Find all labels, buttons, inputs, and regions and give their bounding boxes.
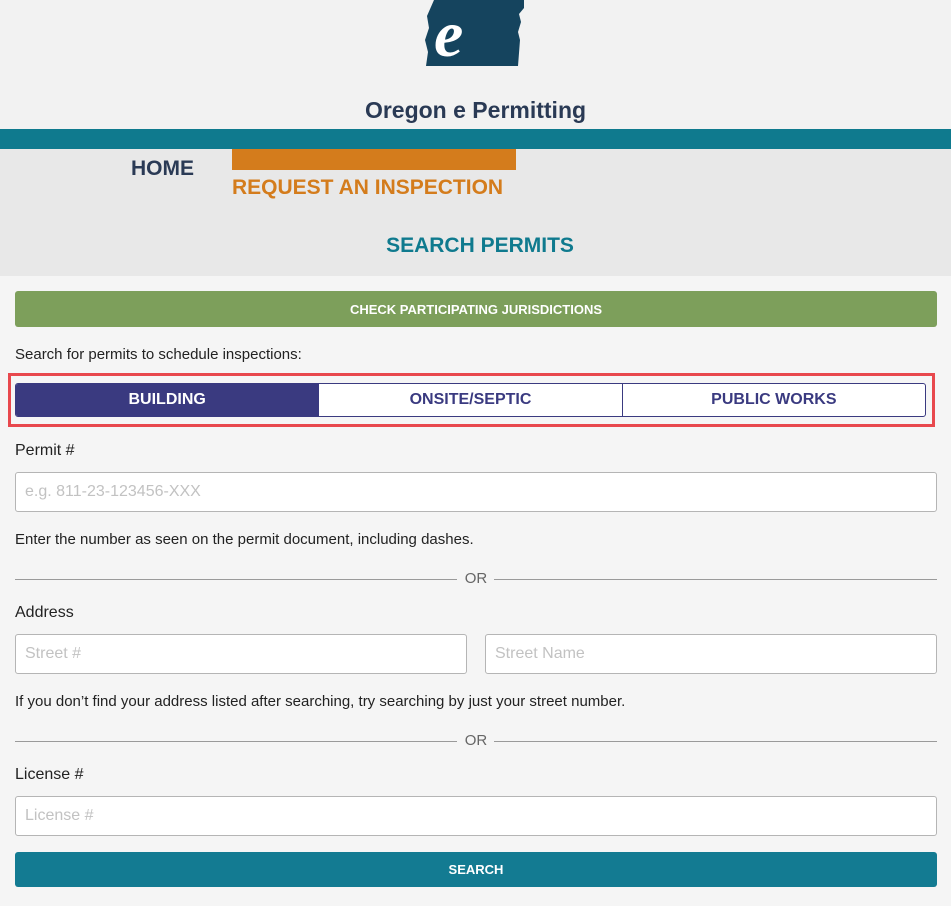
- or-divider: OR: [15, 570, 937, 590]
- nav-request-inspection-link[interactable]: REQUEST AN INSPECTION: [232, 176, 516, 200]
- license-number-input[interactable]: [15, 796, 937, 836]
- tab-onsite-septic[interactable]: ONSITE/SEPTIC: [319, 384, 623, 416]
- search-button[interactable]: SEARCH: [15, 852, 937, 887]
- street-name-input[interactable]: [485, 634, 937, 674]
- nav-search-permits-link[interactable]: SEARCH PERMITS: [0, 234, 951, 258]
- street-number-input[interactable]: [15, 634, 467, 674]
- permit-number-help: Enter the number as seen on the permit d…: [15, 531, 474, 548]
- oregon-e-logo[interactable]: e: [424, 0, 528, 66]
- tab-public-works[interactable]: PUBLIC WORKS: [623, 384, 925, 416]
- address-help: If you don’t find your address listed af…: [15, 693, 626, 710]
- header-accent-bar: [0, 129, 951, 149]
- logo-letter: e: [434, 0, 463, 66]
- nav-home-link[interactable]: HOME: [131, 157, 194, 181]
- permit-number-label: Permit #: [15, 442, 75, 459]
- address-label: Address: [15, 604, 74, 621]
- site-title: Oregon e Permitting: [364, 97, 587, 123]
- divider-line-right: [494, 741, 937, 742]
- or-divider: OR: [15, 732, 937, 752]
- active-nav-indicator: [232, 149, 516, 170]
- permit-type-tabs: BUILDING ONSITE/SEPTIC PUBLIC WORKS: [15, 383, 926, 417]
- site-header: e Oregon e Permitting: [0, 0, 951, 129]
- check-jurisdictions-button[interactable]: CHECK PARTICIPATING JURISDICTIONS: [15, 291, 937, 327]
- permit-number-input[interactable]: [15, 472, 937, 512]
- search-intro-text: Search for permits to schedule inspectio…: [15, 346, 302, 363]
- license-number-label: License #: [15, 766, 84, 783]
- divider-line-right: [494, 579, 937, 580]
- nav-request-inspection[interactable]: REQUEST AN INSPECTION: [232, 149, 516, 200]
- main-nav: HOME REQUEST AN INSPECTION SEARCH PERMIT…: [0, 149, 951, 276]
- tab-building[interactable]: BUILDING: [16, 384, 320, 416]
